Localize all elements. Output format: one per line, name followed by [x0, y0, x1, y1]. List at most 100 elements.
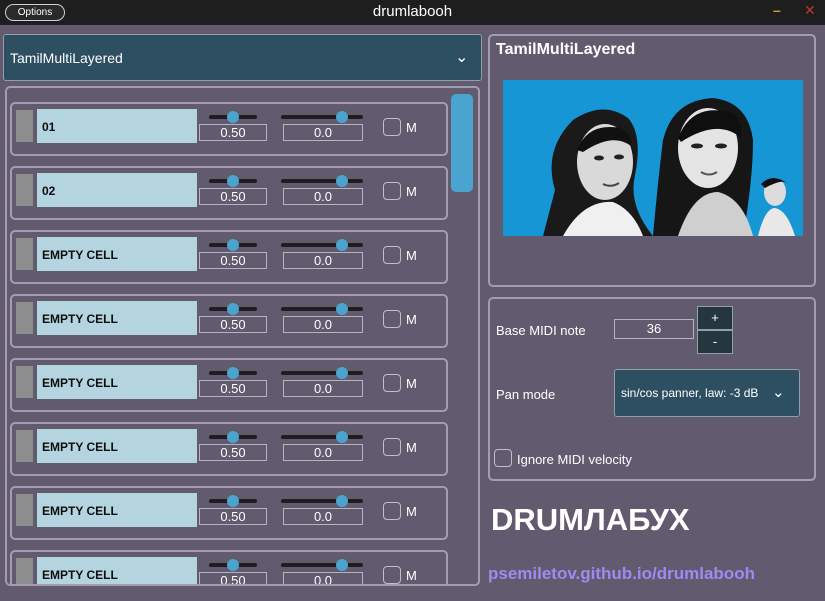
gain-value[interactable]: 0.50 — [199, 252, 267, 269]
pan-value[interactable]: 0.0 — [283, 124, 363, 141]
pan-slider[interactable] — [281, 303, 363, 315]
gain-slider-knob[interactable] — [227, 239, 239, 251]
kit-photo-illustration — [503, 80, 803, 236]
gain-value[interactable]: 0.50 — [199, 316, 267, 333]
mute-checkbox[interactable] — [383, 502, 401, 520]
pan-slider[interactable] — [281, 111, 363, 123]
gain-value[interactable]: 0.50 — [199, 188, 267, 205]
pan-slider-knob[interactable] — [336, 175, 348, 187]
pan-slider-knob[interactable] — [336, 111, 348, 123]
pan-value[interactable]: 0.0 — [283, 188, 363, 205]
cell-name[interactable]: EMPTY CELL — [37, 237, 197, 271]
mute-checkbox[interactable] — [383, 118, 401, 136]
pan-slider[interactable] — [281, 175, 363, 187]
gain-slider-knob[interactable] — [227, 367, 239, 379]
pan-slider-knob[interactable] — [336, 303, 348, 315]
drag-handle[interactable] — [16, 302, 33, 334]
pan-value[interactable]: 0.0 — [283, 316, 363, 333]
kit-title: TamilMultiLayered — [496, 41, 636, 58]
drum-cell: 01 0.50 0.0 M — [10, 102, 448, 156]
gain-slider-knob[interactable] — [227, 111, 239, 123]
drag-handle[interactable] — [16, 238, 33, 270]
gain-value[interactable]: 0.50 — [199, 124, 267, 141]
mute-label: M — [406, 376, 417, 391]
pan-slider-knob[interactable] — [336, 431, 348, 443]
mute-label: M — [406, 184, 417, 199]
mute-checkbox[interactable] — [383, 182, 401, 200]
gain-slider[interactable] — [209, 431, 257, 443]
gain-slider[interactable] — [209, 111, 257, 123]
kit-selector-dropdown[interactable]: TamilMultiLayered ⌄ — [3, 34, 482, 81]
pan-slider[interactable] — [281, 239, 363, 251]
pan-value[interactable]: 0.0 — [283, 572, 363, 584]
mute-checkbox[interactable] — [383, 438, 401, 456]
cell-name[interactable]: 01 — [37, 109, 197, 143]
gain-slider-knob[interactable] — [227, 303, 239, 315]
drag-handle[interactable] — [16, 558, 33, 584]
drag-handle[interactable] — [16, 366, 33, 398]
drag-handle[interactable] — [16, 174, 33, 206]
pan-slider-knob[interactable] — [336, 239, 348, 251]
pan-mode-label: Pan mode — [496, 387, 556, 402]
pan-slider[interactable] — [281, 495, 363, 507]
drum-cell: 02 0.50 0.0 M — [10, 166, 448, 220]
gain-slider-knob[interactable] — [227, 431, 239, 443]
close-icon[interactable]: ✕ — [804, 2, 816, 19]
mute-checkbox[interactable] — [383, 246, 401, 264]
midi-increment-button[interactable]: + — [697, 306, 733, 330]
cell-name[interactable]: 02 — [37, 173, 197, 207]
pan-value[interactable]: 0.0 — [283, 380, 363, 397]
mute-checkbox[interactable] — [383, 566, 401, 584]
kit-selector-value: TamilMultiLayered — [10, 50, 123, 66]
gain-slider[interactable] — [209, 175, 257, 187]
ignore-velocity-label: Ignore MIDI velocity — [517, 452, 632, 467]
settings-panel: Base MIDI note 36 + - Pan mode sin/cos p… — [488, 297, 816, 481]
gain-slider[interactable] — [209, 367, 257, 379]
kit-info-panel: TamilMultiLayered — [488, 34, 816, 287]
cell-name[interactable]: EMPTY CELL — [37, 557, 197, 584]
gain-slider[interactable] — [209, 303, 257, 315]
base-midi-input[interactable]: 36 — [614, 319, 694, 339]
pan-value[interactable]: 0.0 — [283, 444, 363, 461]
mute-checkbox[interactable] — [383, 310, 401, 328]
cell-name[interactable]: EMPTY CELL — [37, 493, 197, 527]
pan-mode-value: sin/cos panner, law: -3 dB — [621, 386, 759, 400]
gain-slider[interactable] — [209, 559, 257, 571]
cell-name[interactable]: EMPTY CELL — [37, 365, 197, 399]
pan-slider-knob[interactable] — [336, 495, 348, 507]
kit-image — [503, 80, 803, 236]
drum-cell: EMPTY CELL 0.50 0.0 M — [10, 422, 448, 476]
cell-name[interactable]: EMPTY CELL — [37, 301, 197, 335]
pan-mode-dropdown[interactable]: sin/cos panner, law: -3 dB ⌄ — [614, 369, 800, 417]
gain-slider-knob[interactable] — [227, 559, 239, 571]
gain-value[interactable]: 0.50 — [199, 444, 267, 461]
pan-slider[interactable] — [281, 431, 363, 443]
pan-slider[interactable] — [281, 559, 363, 571]
pan-slider[interactable] — [281, 367, 363, 379]
gain-slider[interactable] — [209, 495, 257, 507]
gain-value[interactable]: 0.50 — [199, 380, 267, 397]
gain-slider-knob[interactable] — [227, 175, 239, 187]
pan-slider-knob[interactable] — [336, 559, 348, 571]
drag-handle[interactable] — [16, 110, 33, 142]
cell-list[interactable]: 01 0.50 0.0 M 02 0.50 0.0 M EMPTY CELL 0… — [5, 86, 480, 586]
pan-slider-knob[interactable] — [336, 367, 348, 379]
pan-value[interactable]: 0.0 — [283, 508, 363, 525]
gain-slider[interactable] — [209, 239, 257, 251]
mute-label: M — [406, 120, 417, 135]
pan-value[interactable]: 0.0 — [283, 252, 363, 269]
gain-slider-knob[interactable] — [227, 495, 239, 507]
website-link[interactable]: psemiletov.github.io/drumlabooh — [488, 564, 755, 584]
app-logo: DRUMЛАБУХ — [491, 502, 690, 537]
cell-name[interactable]: EMPTY CELL — [37, 429, 197, 463]
ignore-velocity-checkbox[interactable] — [494, 449, 512, 467]
mute-checkbox[interactable] — [383, 374, 401, 392]
gain-value[interactable]: 0.50 — [199, 508, 267, 525]
gain-value[interactable]: 0.50 — [199, 572, 267, 584]
midi-decrement-button[interactable]: - — [697, 330, 733, 354]
mute-label: M — [406, 440, 417, 455]
drag-handle[interactable] — [16, 430, 33, 462]
drag-handle[interactable] — [16, 494, 33, 526]
minimize-icon[interactable]: – — [773, 2, 781, 18]
scrollbar-thumb[interactable] — [451, 94, 473, 192]
